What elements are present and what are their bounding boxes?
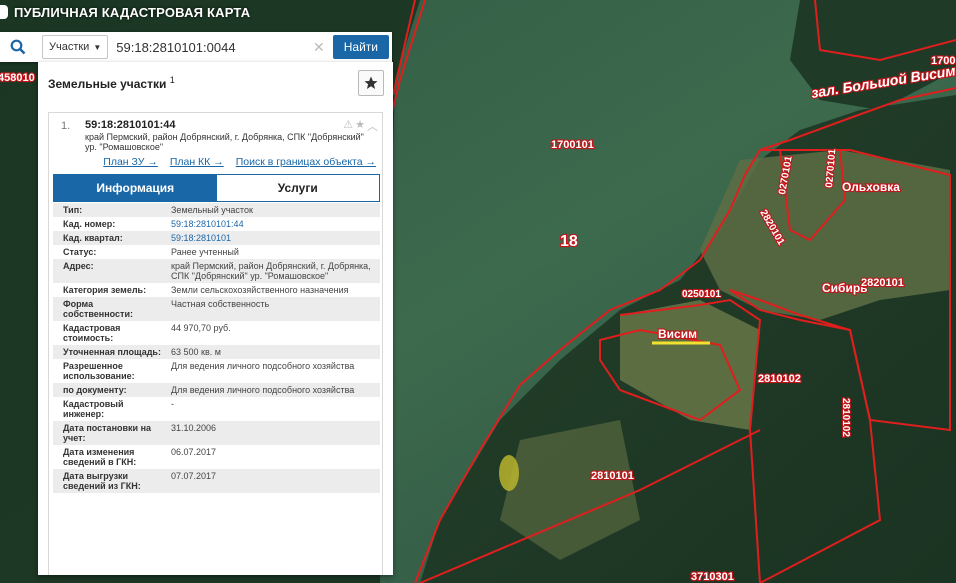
property-key: Дата изменения сведений в ГКН:: [63, 447, 137, 467]
property-value: -: [171, 399, 174, 409]
property-key: Разрешенное использование:: [63, 361, 135, 381]
property-value: Земли сельскохозяйственного назначения: [171, 285, 349, 295]
property-key: Дата выгрузки сведений из ГКН:: [63, 471, 141, 491]
property-value: 06.07.2017: [171, 447, 217, 457]
tab-information[interactable]: Информация: [54, 175, 217, 201]
result-links: План ЗУ → План КК → Поиск в границах объ…: [63, 152, 376, 168]
property-value: Частная собственность: [171, 299, 270, 309]
property-key: Уточненная площадь:: [63, 347, 161, 357]
property-key: Статус:: [63, 247, 97, 257]
map-label-visim: Висим: [658, 327, 697, 341]
map-label-olkhovka: Ольховка: [842, 180, 900, 194]
plan-kk-link[interactable]: План КК →: [170, 156, 224, 168]
property-value: Ранее учтенный: [171, 247, 239, 257]
property-row: Адрес: край Пермский, район Добрянский, г…: [53, 259, 380, 283]
property-row: Тип: Земельный участок: [53, 203, 380, 217]
map-label-3710301: 3710301: [691, 571, 734, 583]
property-key: Тип:: [63, 205, 83, 215]
property-row: Кад. номер: 59:18:2810101:44: [53, 217, 380, 231]
find-button[interactable]: Найти: [332, 35, 389, 59]
property-row: Категория земель: Земли сельскохозяйствен…: [53, 283, 380, 297]
map-label-458010: 458010: [0, 72, 35, 84]
chevron-up-icon[interactable]: ︿: [367, 118, 378, 134]
result-card-header: 1. 59:18:2810101:44 край Пермский, район…: [49, 113, 382, 168]
property-row: Кадастровая стоимость: 44 970,70 руб.: [53, 321, 380, 345]
property-row: по документу: Для ведения личного подсобн…: [53, 383, 380, 397]
star-outline-icon[interactable]: ★: [355, 118, 365, 134]
card-tools: ⚠ ★ ︿: [343, 118, 378, 134]
plan-zu-link[interactable]: План ЗУ →: [103, 156, 158, 168]
property-value: 44 970,70 руб.: [171, 323, 231, 333]
map-label-2820101-b: 2820101: [861, 277, 904, 289]
property-row: Уточненная площадь: 63 500 кв. м: [53, 345, 380, 359]
property-value[interactable]: 59:18:2810101:44: [165, 217, 380, 231]
warning-icon[interactable]: ⚠: [343, 118, 353, 134]
property-row: Дата постановки на учет: 31.10.2006: [53, 421, 380, 445]
property-value: Для ведения личного подсобного хозяйства: [171, 361, 355, 371]
property-row: Дата изменения сведений в ГКН: 06.07.2017: [53, 445, 380, 469]
property-value: Земельный участок: [171, 205, 253, 215]
favorite-button[interactable]: [358, 70, 384, 96]
search-type-select[interactable]: Участки ▼: [42, 35, 109, 59]
results-panel: Земельные участки 1 1. 59:18:2810101:44 …: [38, 62, 393, 575]
map-label-1700101: 1700101: [551, 139, 594, 151]
properties-table: Тип: Земельный участок Кад. номер: 59:18:28…: [53, 203, 380, 493]
property-value: Для ведения личного подсобного хозяйства: [171, 385, 355, 395]
search-bar: Участки ▼ ✕ Найти: [0, 32, 392, 62]
map-label-2810102-b: 2810102: [840, 398, 851, 437]
result-cad-number[interactable]: 59:18:2810101:44: [85, 119, 376, 131]
app-title: ПУБЛИЧНАЯ КАДАСТРОВАЯ КАРТА: [14, 4, 251, 20]
property-key: Адрес:: [63, 261, 94, 271]
property-key: Кад. квартал:: [63, 233, 123, 243]
yellow-field: [499, 455, 519, 491]
property-key: Кадастровый инженер:: [63, 399, 124, 419]
panel-header: Земельные участки 1: [38, 62, 393, 104]
property-row: Дата выгрузки сведений из ГКН: 07.07.2017: [53, 469, 380, 493]
result-card: 1. 59:18:2810101:44 край Пермский, район…: [48, 112, 383, 575]
tab-services[interactable]: Услуги: [216, 175, 379, 201]
property-row: Форма собственности: Частная собственност…: [53, 297, 380, 321]
star-icon: [364, 76, 378, 89]
clear-icon[interactable]: ✕: [313, 39, 325, 56]
property-row: Кад. квартал: 59:18:2810101: [53, 231, 380, 245]
property-key: Категория земель:: [63, 285, 147, 295]
property-value[interactable]: 59:18:2810101: [165, 231, 380, 245]
app-header: ПУБЛИЧНАЯ КАДАСТРОВАЯ КАРТА: [0, 0, 250, 24]
info-tabs: Информация Услуги: [53, 174, 380, 202]
search-input[interactable]: [108, 36, 314, 58]
property-row: Кадастровый инженер: -: [53, 397, 380, 421]
property-row: Разрешенное использование: Для ведения ли…: [53, 359, 380, 383]
result-address: край Пермский, район Добрянский, г. Добр…: [85, 132, 364, 152]
property-key: Дата постановки на учет:: [63, 423, 152, 443]
search-icon[interactable]: [0, 32, 36, 62]
property-key: Форма собственности:: [63, 299, 133, 319]
chevron-down-icon: ▼: [93, 42, 102, 52]
map-label-18: 18: [560, 233, 578, 250]
search-type-label: Участки: [49, 41, 90, 53]
results-count: 1: [169, 75, 175, 85]
property-key: Кадастровая стоимость:: [63, 323, 121, 343]
map-label-2810102-a: 2810102: [758, 373, 801, 385]
panel-title-text: Земельные участки: [48, 77, 167, 91]
property-key: по документу:: [63, 385, 127, 395]
property-value: 31.10.2006: [171, 423, 217, 433]
property-value: 07.07.2017: [171, 471, 217, 481]
map-label-0250101: 0250101: [682, 289, 721, 300]
map-label-2810101: 2810101: [591, 470, 634, 482]
result-index: 1.: [61, 120, 71, 132]
property-row: Статус: Ранее учтенный: [53, 245, 380, 259]
property-value: край Пермский, район Добрянский, г. Добр…: [171, 261, 371, 281]
property-value: 63 500 кв. м: [171, 347, 221, 357]
app-logo-icon: [0, 5, 8, 19]
property-key: Кад. номер:: [63, 219, 116, 229]
panel-title: Земельные участки 1: [48, 75, 175, 91]
search-in-bounds-link[interactable]: Поиск в границах объекта →: [236, 156, 376, 168]
